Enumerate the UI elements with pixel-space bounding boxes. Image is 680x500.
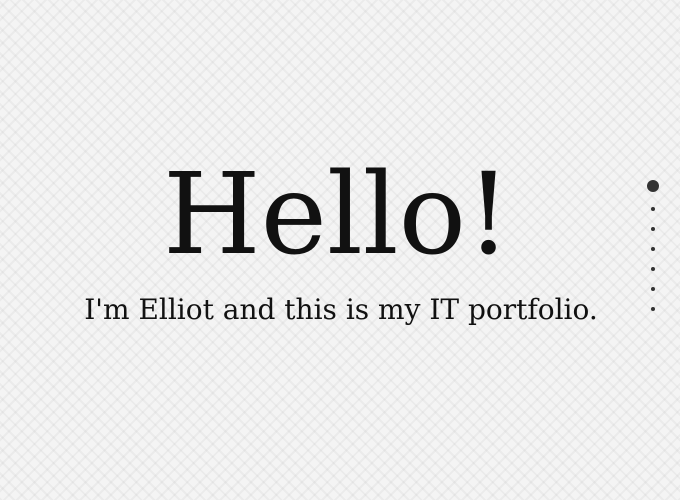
- hero-section: Hello! I'm Elliot and this is my IT port…: [0, 140, 680, 330]
- section-nav-dot-1[interactable]: [647, 180, 659, 192]
- section-nav-dot-4[interactable]: [651, 247, 655, 251]
- section-nav-dot-6[interactable]: [651, 287, 655, 291]
- section-nav-dot-5[interactable]: [651, 267, 655, 271]
- hero-subtitle: I'm Elliot and this is my IT portfolio.: [84, 293, 598, 326]
- section-nav-dot-2[interactable]: [651, 207, 655, 211]
- section-nav-dots: [643, 180, 663, 311]
- hero-title: Hello!: [162, 150, 512, 280]
- section-nav-dot-3[interactable]: [651, 227, 655, 231]
- section-nav-dot-7[interactable]: [651, 307, 655, 311]
